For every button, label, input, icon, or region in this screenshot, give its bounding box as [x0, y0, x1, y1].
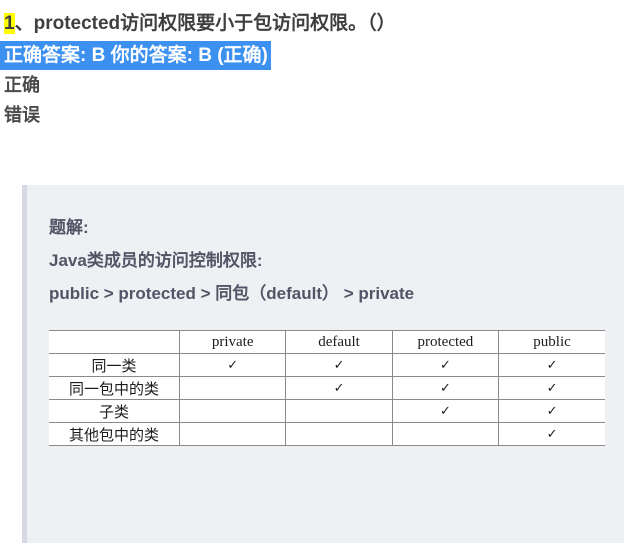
question-text: protected访问权限要小于包访问权限。（）	[33, 13, 396, 34]
cell-same-package-default: ✓	[285, 376, 393, 400]
answer-bar-row: 正确答案: B 你的答案: B (正确)	[0, 38, 643, 70]
check-icon: ✓	[333, 379, 345, 395]
table-header-default: default	[285, 330, 393, 354]
check-icon: ✓	[546, 356, 558, 372]
check-icon: ✓	[546, 379, 558, 395]
table-header-protected: protected	[391, 330, 500, 354]
check-icon: ✓	[227, 356, 239, 372]
explanation-panel: 题解: Java类成员的访问控制权限: public > protected >…	[22, 185, 624, 543]
cell-subclass-protected: ✓	[391, 399, 500, 423]
permission-table-wrapper: private default protected public 同一类 ✓ ✓…	[49, 330, 605, 446]
table-row: 同一类 ✓ ✓ ✓ ✓	[49, 353, 605, 377]
cell-same-class-private: ✓	[178, 353, 287, 377]
check-icon: ✓	[439, 379, 451, 395]
cell-same-class-default: ✓	[285, 353, 393, 377]
check-icon: ✓	[439, 402, 451, 418]
row-label-same-package: 同一包中的类	[49, 376, 180, 400]
cell-subclass-private	[178, 399, 287, 423]
check-icon: ✓	[546, 425, 558, 441]
cell-other-package-protected	[391, 422, 500, 446]
table-corner-cell	[49, 330, 180, 354]
cell-same-package-public: ✓	[498, 376, 605, 400]
question-number: 1	[4, 13, 15, 34]
explanation-formula: public > protected > 同包（default） > priva…	[49, 284, 415, 303]
cell-other-package-public: ✓	[498, 422, 605, 446]
check-icon: ✓	[546, 402, 558, 418]
table-row: 同一包中的类 ✓ ✓ ✓	[49, 376, 605, 400]
cell-subclass-default	[285, 399, 393, 423]
permission-table: private default protected public 同一类 ✓ ✓…	[49, 330, 605, 446]
row-label-same-class: 同一类	[49, 353, 180, 377]
cell-other-package-default	[285, 422, 393, 446]
permission-table-body: 同一类 ✓ ✓ ✓ ✓ 同一包中的类 ✓ ✓ ✓ 子类 ✓ ✓ 其他包中的类 ✓	[49, 353, 605, 446]
option-item-true[interactable]: 正确	[0, 70, 643, 100]
permission-table-head: private default protected public	[49, 330, 605, 354]
explanation-content: 题解: Java类成员的访问控制权限: public > protected >…	[27, 185, 624, 446]
check-icon: ✓	[333, 356, 345, 372]
answer-result-bar: 正确答案: B 你的答案: B (正确)	[0, 41, 271, 70]
table-header-row: private default protected public	[49, 330, 605, 354]
explanation-heading: 题解:	[49, 218, 89, 237]
cell-same-class-public: ✓	[498, 353, 605, 377]
cell-same-class-protected: ✓	[391, 353, 500, 377]
question-line: 1、protected访问权限要小于包访问权限。（）	[0, 10, 643, 38]
cell-subclass-public: ✓	[498, 399, 605, 423]
cell-same-package-protected: ✓	[391, 376, 500, 400]
quiz-result-page: 1、protected访问权限要小于包访问权限。（） 正确答案: B 你的答案:…	[0, 0, 643, 553]
option-label: 错误	[4, 105, 40, 125]
cell-same-package-private	[178, 376, 287, 400]
option-label: 正确	[4, 75, 40, 95]
explanation-subheading: Java类成员的访问控制权限:	[49, 251, 263, 270]
question-answer-block: 1、protected访问权限要小于包访问权限。（） 正确答案: B 你的答案:…	[0, 0, 643, 130]
table-header-private: private	[178, 330, 287, 354]
check-icon: ✓	[439, 356, 451, 372]
row-label-subclass: 子类	[49, 399, 180, 423]
option-item-false[interactable]: 错误	[0, 100, 643, 130]
table-header-public: public	[498, 330, 605, 354]
table-row: 其他包中的类 ✓	[49, 422, 605, 446]
table-row: 子类 ✓ ✓	[49, 399, 605, 423]
cell-other-package-private	[178, 422, 287, 446]
row-label-other-package: 其他包中的类	[49, 422, 180, 446]
question-separator: 、	[14, 13, 34, 34]
